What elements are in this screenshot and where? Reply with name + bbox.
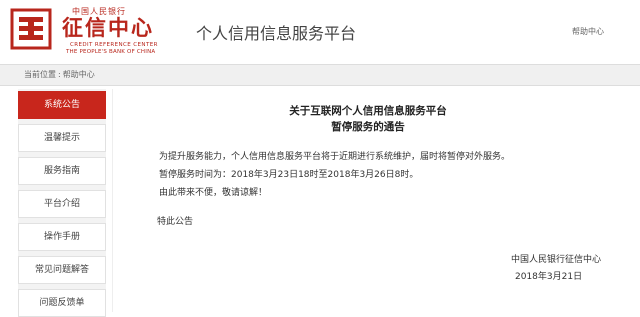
- logo-english-line-1: CREDIT REFERENCE CENTER: [70, 42, 158, 48]
- help-center-link[interactable]: 帮助中心: [572, 26, 604, 37]
- notice-date: 2018年3月21日: [515, 272, 583, 282]
- logo[interactable]: 中国人民银行 征信中心 CREDIT REFERENCE CENTER THE …: [10, 6, 170, 58]
- sidebar-item-service-guide[interactable]: 服务指南: [18, 157, 106, 185]
- header: 中国人民银行 征信中心 CREDIT REFERENCE CENTER THE …: [0, 0, 640, 62]
- breadcrumb-prefix: 当前位置: [24, 70, 56, 79]
- site-title: 个人信用信息服务平台: [196, 24, 357, 43]
- notice-subtitle: 暂停服务的通告: [331, 121, 405, 133]
- sidebar-item-feedback[interactable]: 问题反馈单: [18, 289, 106, 317]
- logo-title: 征信中心: [62, 16, 154, 40]
- notice-paragraph: 由此带来不便，敬请谅解！: [159, 188, 268, 198]
- notice-signoff: 特此公告: [157, 217, 194, 227]
- sidebar-item-faq[interactable]: 常见问题解答: [18, 256, 106, 284]
- breadcrumb: 当前位置: 帮助中心: [24, 69, 95, 80]
- breadcrumb-current[interactable]: 帮助中心: [63, 70, 95, 79]
- sidebar-item-tips[interactable]: 温馨提示: [18, 124, 106, 152]
- logo-english-line-2: THE PEOPLE'S BANK OF CHINA: [66, 49, 156, 55]
- notice-issuer: 中国人民银行征信中心: [511, 255, 602, 265]
- notice-content: 关于互联网个人信用信息服务平台 暂停服务的通告 为提升服务能力，个人信用信息服务…: [112, 89, 623, 312]
- sidebar: 系统公告 温馨提示 服务指南 平台介绍 操作手册 常见问题解答 问题反馈单: [18, 89, 106, 317]
- notice-paragraph: 暂停服务时间为：2018年3月23日18时至2018年3月26日8时。: [159, 170, 419, 180]
- credit-center-emblem-icon: [10, 8, 52, 50]
- sidebar-item-system-notice[interactable]: 系统公告: [18, 91, 106, 119]
- notice-paragraph: 为提升服务能力，个人信用信息服务平台将于近期进行系统维护，届时将暂停对外服务。: [159, 152, 511, 162]
- breadcrumb-separator: :: [58, 70, 61, 79]
- breadcrumb-bar: 当前位置: 帮助中心: [0, 64, 640, 86]
- notice-title: 关于互联网个人信用信息服务平台: [289, 105, 447, 117]
- sidebar-item-user-manual[interactable]: 操作手册: [18, 223, 106, 251]
- sidebar-item-platform-intro[interactable]: 平台介绍: [18, 190, 106, 218]
